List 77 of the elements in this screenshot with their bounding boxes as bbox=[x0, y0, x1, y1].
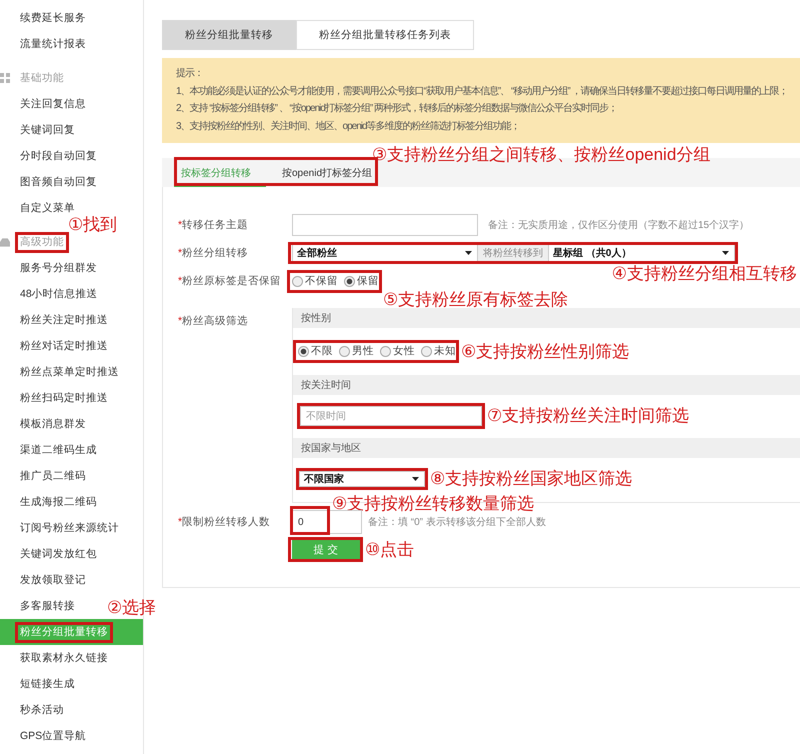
filter-section-title: 按性别 bbox=[293, 308, 800, 328]
sidebar-item[interactable]: GPS位置导航 bbox=[20, 730, 86, 742]
tab[interactable]: 粉丝分组批量转移任务列表 bbox=[296, 20, 474, 50]
sidebar-item[interactable]: 生成海报二维码 bbox=[20, 496, 97, 508]
section-heading: 基础功能 bbox=[20, 72, 64, 84]
sidebar-item[interactable]: 秒杀活动 bbox=[20, 704, 64, 716]
sidebar-item[interactable]: 服务号分组群发 bbox=[20, 262, 97, 274]
sidebar-item[interactable]: 48小时信息推送 bbox=[20, 288, 98, 300]
field-note: 备注：填 “0” 表示转移该分组下全部人数 bbox=[368, 516, 546, 529]
annotation-text: ①找到 bbox=[68, 215, 118, 235]
sidebar-item[interactable]: 流量统计报表 bbox=[20, 38, 86, 50]
notice-text: 1、本功能必须是认证的公众号才能使用，需要调用公众号接口“获取用户基本信息”、 “移动用户分组” ，请确保当日转移量不要超过接口每日调用量的上限； bbox=[176, 84, 788, 98]
radio-button[interactable] bbox=[339, 346, 350, 357]
annotation-text: ⑤支持粉丝原有标签去除 bbox=[383, 290, 568, 310]
annotation-text: ②选择 bbox=[107, 598, 156, 618]
required-mark: * bbox=[178, 315, 182, 328]
sidebar-item[interactable]: 图音频自动回复 bbox=[20, 176, 97, 188]
tray-icon bbox=[0, 238, 10, 246]
sidebar-item[interactable]: 关键词发放红包 bbox=[20, 548, 97, 560]
radio-label: 未知 bbox=[434, 345, 456, 358]
annotation-text: ⑦支持按粉丝关注时间筛选 bbox=[487, 406, 690, 426]
notice-text: 3、支持按粉丝的性别、关注时间、地区、openid等多维度的粉丝筛选打标签分组功能； bbox=[176, 120, 521, 134]
radio-label: 女性 bbox=[393, 345, 415, 358]
caret-icon bbox=[465, 251, 472, 255]
radio-button[interactable] bbox=[421, 346, 432, 357]
sidebar-item[interactable]: 发放领取登记 bbox=[20, 574, 86, 586]
radio-button[interactable] bbox=[380, 346, 391, 357]
field-label: 粉丝分组转移 bbox=[182, 246, 248, 260]
radio-label: 不限 bbox=[311, 345, 333, 358]
required-mark: * bbox=[178, 218, 182, 232]
annotation-text: ⑧支持按粉丝国家地区筛选 bbox=[430, 469, 632, 489]
input-field[interactable]: 不限时间 bbox=[300, 406, 482, 426]
sidebar-item[interactable]: 短链接生成 bbox=[20, 678, 75, 690]
tab[interactable]: 粉丝分组批量转移 bbox=[162, 20, 296, 50]
section-heading: 高级功能 bbox=[20, 236, 64, 248]
caret-icon bbox=[412, 477, 419, 481]
sidebar-item[interactable]: 推广员二维码 bbox=[20, 470, 86, 482]
sidebar-item[interactable]: 粉丝点菜单定时推送 bbox=[20, 366, 119, 378]
input-field[interactable] bbox=[292, 214, 478, 236]
sidebar-item[interactable]: 多客服转接 bbox=[20, 600, 75, 612]
annotation-text: ⑥支持按粉丝性别筛选 bbox=[461, 342, 630, 362]
sidebar-item[interactable]: 关键词回复 bbox=[20, 124, 75, 136]
radio-button[interactable] bbox=[344, 276, 355, 287]
sidebar-item[interactable]: 自定义菜单 bbox=[20, 202, 75, 214]
sidebar-item[interactable]: 关注回复信息 bbox=[20, 98, 86, 110]
input-field[interactable]: 0 bbox=[292, 510, 362, 534]
field-label: 限制粉丝转移人数 bbox=[182, 516, 270, 528]
caret-icon bbox=[722, 251, 729, 255]
annotation-text: ⑩点击 bbox=[365, 540, 414, 560]
filter-section-title: 按国家与地区 bbox=[293, 438, 800, 458]
field-label: 粉丝高级筛选 bbox=[182, 315, 248, 328]
sidebar-item[interactable]: 渠道二维码生成 bbox=[20, 444, 97, 456]
grid-icon bbox=[0, 73, 10, 83]
required-mark: * bbox=[178, 275, 182, 288]
sidebar-item[interactable]: 粉丝关注定时推送 bbox=[20, 314, 108, 326]
sidebar-item[interactable]: 粉丝扫码定时推送 bbox=[20, 392, 108, 404]
radio-label: 不保留 bbox=[305, 275, 338, 288]
radio-button[interactable] bbox=[292, 276, 303, 287]
radio-button[interactable] bbox=[298, 346, 309, 357]
field-label: 粉丝原标签是否保留 bbox=[182, 275, 282, 288]
sidebar-item[interactable]: 获取素材永久链接 bbox=[20, 652, 108, 664]
required-mark: * bbox=[178, 246, 182, 260]
dropdown[interactable]: 不限国家 bbox=[299, 471, 425, 487]
sidebar-item[interactable]: 分时段自动回复 bbox=[20, 150, 97, 162]
sidebar-item[interactable]: 粉丝对话定时推送 bbox=[20, 340, 108, 352]
field-note: 备注：无实质用途，仅作区分使用（字数不超过15个汉字） bbox=[488, 218, 750, 232]
sidebar-item[interactable]: 续费延长服务 bbox=[20, 12, 86, 24]
annotation-text: ④支持粉丝分组相互转移 bbox=[612, 264, 797, 284]
sidebar-item[interactable]: 订阅号粉丝来源统计 bbox=[20, 522, 119, 534]
notice-title: 提示： bbox=[176, 67, 204, 81]
radio-label: 男性 bbox=[352, 345, 374, 358]
required-mark: * bbox=[178, 516, 182, 528]
field-label: 转移任务主题 bbox=[182, 218, 248, 232]
sidebar-item[interactable]: 模板消息群发 bbox=[20, 418, 86, 430]
radio-label: 保留 bbox=[357, 275, 379, 288]
notice-text: 2、支持 “按标签分组转移” 、 “按openid打标签分组” 两种形式，转移后的标签分组数据与微信公众平台实时同步； bbox=[176, 102, 618, 116]
filter-section-title: 按关注时间 bbox=[293, 375, 800, 395]
